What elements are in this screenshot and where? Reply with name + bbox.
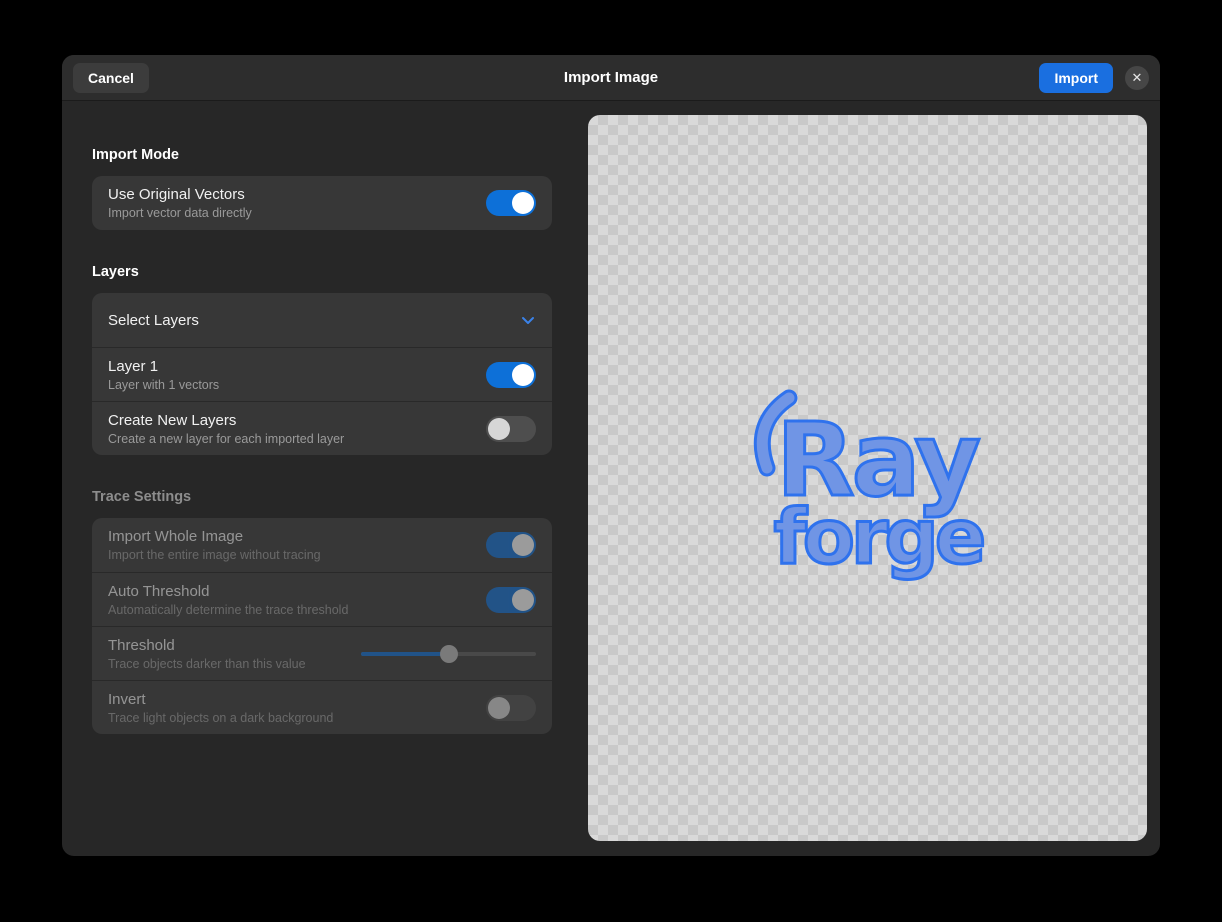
row-title: Create New Layers xyxy=(108,411,237,429)
row-import-whole-image: Import Whole Image Import the entire ima… xyxy=(92,518,552,572)
header-bar: Import Image Cancel Import ✕ xyxy=(62,55,1160,101)
import-whole-image-toggle xyxy=(486,532,536,558)
chevron-down-icon xyxy=(520,312,536,328)
logo-text-line2: forge xyxy=(774,492,983,581)
dialog-content: Import Mode Use Original Vectors Import … xyxy=(62,101,1160,855)
auto-threshold-toggle xyxy=(486,586,536,613)
toggle-knob xyxy=(512,534,534,556)
settings-pane: Import Mode Use Original Vectors Import … xyxy=(92,101,552,734)
row-threshold: Threshold Trace objects darker than this… xyxy=(92,626,552,680)
close-button[interactable]: ✕ xyxy=(1125,65,1149,90)
use-original-vectors-toggle[interactable] xyxy=(486,190,536,216)
layers-card: Select Layers Layer 1 Layer with 1 vecto… xyxy=(92,293,552,455)
import-button[interactable]: Import xyxy=(1039,62,1113,93)
rayforge-logo: Ray forge xyxy=(753,389,988,583)
toggle-knob xyxy=(488,417,510,440)
row-title: Use Original Vectors xyxy=(108,186,245,203)
row-title: Invert xyxy=(108,690,146,708)
row-title: Layer 1 xyxy=(108,357,159,375)
row-auto-threshold: Auto Threshold Automatically determine t… xyxy=(92,572,552,626)
header-actions: Import ✕ xyxy=(1039,62,1149,93)
row-subtitle: Import vector data directly xyxy=(108,206,252,220)
image-preview-canvas[interactable]: Ray forge xyxy=(588,115,1147,841)
slider-knob xyxy=(439,644,458,663)
row-title: Import Whole Image xyxy=(108,528,244,545)
row-use-original-vectors: Use Original Vectors Import vector data … xyxy=(92,176,552,230)
close-icon: ✕ xyxy=(1131,70,1143,85)
row-subtitle: Trace objects darker than this value xyxy=(108,656,306,671)
section-header-trace-settings: Trace Settings xyxy=(92,489,192,505)
row-title: Select Layers xyxy=(108,311,199,329)
import-mode-card: Use Original Vectors Import vector data … xyxy=(92,176,552,230)
cancel-button[interactable]: Cancel xyxy=(73,62,149,93)
row-invert: Invert Trace light objects on a dark bac… xyxy=(92,680,552,734)
row-subtitle: Layer with 1 vectors xyxy=(108,377,220,392)
row-subtitle: Automatically determine the trace thresh… xyxy=(108,602,349,617)
row-title: Threshold xyxy=(108,636,175,654)
row-layer-1: Layer 1 Layer with 1 vectors xyxy=(92,347,552,401)
threshold-slider xyxy=(361,644,536,663)
toggle-knob xyxy=(512,192,534,214)
trace-settings-card: Import Whole Image Import the entire ima… xyxy=(92,518,552,734)
layer-1-toggle[interactable] xyxy=(486,361,536,388)
create-new-layers-toggle[interactable] xyxy=(486,415,536,442)
import-image-dialog: Import Image Cancel Import ✕ Import Mode… xyxy=(62,55,1160,856)
toggle-knob xyxy=(488,696,510,719)
toggle-knob xyxy=(512,363,534,386)
toggle-knob xyxy=(512,588,534,611)
row-subtitle: Trace light objects on a dark background xyxy=(108,710,334,725)
row-subtitle: Import the entire image without tracing xyxy=(108,548,321,562)
row-create-new-layers: Create New Layers Create a new layer for… xyxy=(92,401,552,455)
desktop-backdrop: Import Image Cancel Import ✕ Import Mode… xyxy=(0,0,1222,922)
section-header-layers: Layers xyxy=(92,264,139,280)
row-title: Auto Threshold xyxy=(108,582,210,600)
invert-toggle xyxy=(486,694,536,721)
row-select-layers[interactable]: Select Layers xyxy=(92,293,552,347)
section-header-import-mode: Import Mode xyxy=(92,147,179,163)
dialog-title: Import Image xyxy=(563,69,659,86)
slider-fill xyxy=(361,651,449,656)
row-subtitle: Create a new layer for each imported lay… xyxy=(108,431,345,446)
